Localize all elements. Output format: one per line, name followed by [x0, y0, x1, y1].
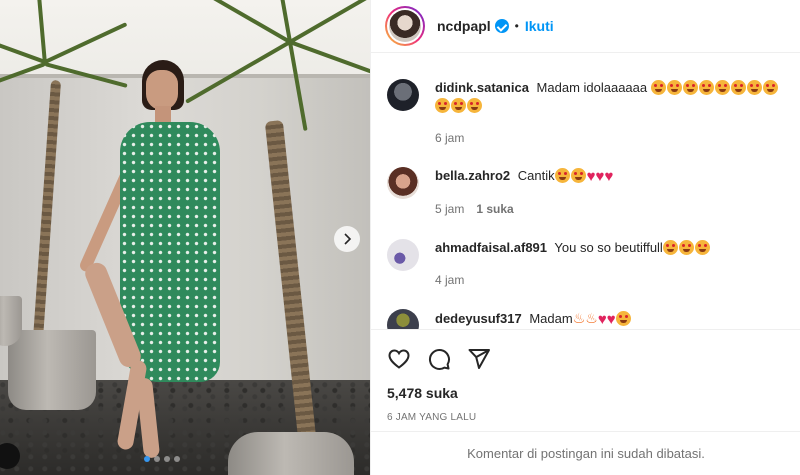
star-struck-emoji-icon: [730, 80, 746, 95]
post-actions: 5,478 suka 6 JAM YANG LALU: [371, 329, 800, 423]
carousel-dot: [144, 456, 150, 462]
star-struck-emoji-icon: [714, 80, 730, 95]
subject-face: [146, 70, 178, 110]
comments-list[interactable]: didink.satanica Madam idolaaaaaa 6 jam b…: [371, 53, 800, 329]
star-struck-emoji-icon: [435, 98, 450, 113]
star-struck-emoji-icon: [570, 168, 586, 183]
comment-username[interactable]: dedeyusuf317: [435, 311, 522, 326]
verified-badge-icon: [494, 19, 509, 33]
carousel-next-button[interactable]: [334, 226, 360, 252]
comment-username[interactable]: ahmadfaisal.af891: [435, 240, 547, 255]
comments-restricted-notice: Komentar di postingan ini sudah dibatasi…: [371, 431, 800, 475]
chevron-right-icon: [344, 233, 352, 245]
follow-button[interactable]: Ikuti: [525, 18, 554, 34]
comment-username[interactable]: didink.satanica: [435, 80, 529, 95]
comment-text: Cantik: [517, 168, 555, 183]
comment-avatar[interactable]: [387, 239, 419, 271]
comment-time[interactable]: 4 jam: [435, 271, 464, 289]
comment-button[interactable]: [427, 347, 451, 371]
post-timestamp[interactable]: 6 JAM YANG LALU: [387, 412, 785, 423]
star-struck-emoji-icon: [762, 80, 778, 95]
comment-avatar[interactable]: [387, 79, 419, 111]
star-struck-emoji-icon: [682, 80, 698, 95]
fire-emoji-icon: ♨: [585, 310, 598, 326]
star-struck-emoji-icon: [698, 80, 714, 95]
comment-emoji: ♨♨♥♥: [572, 310, 632, 328]
comment-item: dedeyusuf317 Madam♨♨♥♥: [387, 309, 785, 329]
comment-avatar[interactable]: [387, 309, 419, 329]
paper-plane-icon: [468, 349, 490, 369]
comment-avatar[interactable]: [387, 167, 419, 199]
comment-likes[interactable]: 1 suka: [476, 200, 513, 218]
comment-item: bella.zahro2 Cantik ♥♥♥ 5 jam 1 suka: [387, 167, 785, 218]
comment-item: ahmadfaisal.af891 You so so beutiffull 4…: [387, 239, 785, 289]
photo-subject: [78, 60, 240, 470]
star-struck-emoji-icon: [694, 240, 710, 255]
carousel-dots: [144, 456, 180, 462]
comment-text: Madam idolaaaaaa: [536, 80, 648, 95]
author-username[interactable]: ncdpapl: [437, 18, 491, 34]
author-avatar[interactable]: [385, 6, 425, 46]
instagram-post: ncdpapl • Ikuti didink.satanica Madam id…: [0, 0, 800, 475]
carousel-dot: [174, 456, 180, 462]
star-struck-emoji-icon: [662, 240, 678, 255]
post-header: ncdpapl • Ikuti: [371, 0, 800, 53]
comment-text: You so so beutiffull: [554, 240, 663, 255]
share-button[interactable]: [467, 347, 491, 371]
comment-item: didink.satanica Madam idolaaaaaa 6 jam: [387, 79, 785, 147]
star-struck-emoji-icon: [451, 98, 466, 113]
heart-emoji-icon: ♥: [597, 311, 607, 328]
star-struck-emoji-icon: [650, 80, 666, 95]
comment-time[interactable]: 6 jam: [435, 129, 464, 147]
comment-username[interactable]: bella.zahro2: [435, 168, 510, 183]
post-photo[interactable]: [0, 0, 370, 475]
like-button[interactable]: [387, 347, 411, 371]
planter-far-left: [0, 296, 22, 346]
heart-emoji-icon: ♥: [604, 168, 614, 185]
heart-emoji-icon: ♥: [586, 168, 596, 185]
star-struck-emoji-icon: [554, 168, 570, 183]
carousel-dot: [164, 456, 170, 462]
likes-count[interactable]: 5,478 suka: [387, 385, 785, 401]
star-struck-emoji-icon: [678, 240, 694, 255]
star-struck-emoji-icon: [746, 80, 762, 95]
comment-emoji: [662, 240, 711, 255]
star-struck-emoji-icon: [467, 98, 482, 113]
subject-leg: [135, 377, 161, 459]
star-struck-emoji-icon: [666, 80, 682, 95]
post-panel: ncdpapl • Ikuti didink.satanica Madam id…: [370, 0, 800, 475]
comment-time[interactable]: 5 jam: [435, 200, 464, 218]
comment-icon: [428, 348, 450, 370]
fire-emoji-icon: ♨: [572, 310, 586, 326]
carousel-dot: [154, 456, 160, 462]
comment-text: Madam: [529, 311, 573, 326]
heart-icon: [388, 349, 410, 369]
planter-right: [228, 432, 354, 475]
avatar-photo: [389, 10, 421, 42]
action-icons: [387, 346, 785, 372]
header-separator: •: [514, 19, 519, 33]
comment-emoji: ♥♥♥: [554, 168, 614, 185]
heart-emoji-icon: ♥: [606, 311, 616, 328]
star-struck-emoji-icon: [615, 311, 631, 326]
